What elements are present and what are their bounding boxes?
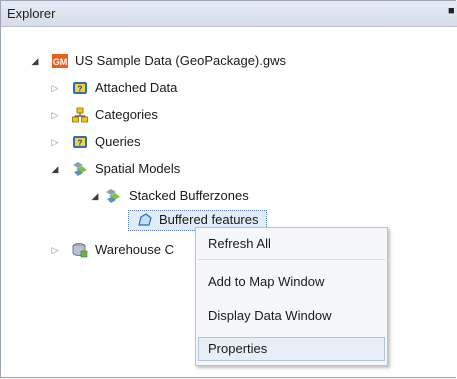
expanded-arrow-icon[interactable]: ◢ <box>89 185 101 207</box>
tree-item-label: US Sample Data (GeoPackage).gws <box>75 53 286 68</box>
categories-icon <box>72 107 88 123</box>
collapsed-arrow-icon[interactable]: ▷ <box>49 104 61 126</box>
collapsed-arrow-icon[interactable]: ▷ <box>49 239 61 261</box>
tree-item-label: Attached Data <box>95 80 178 95</box>
tree-item-queries[interactable]: ▷ ? Queries <box>1 131 457 153</box>
menu-item-label: Add to Map Window <box>208 274 325 289</box>
tree-item-label: Buffered features <box>159 212 259 227</box>
tree-item-categories[interactable]: ▷ Categories <box>1 104 457 126</box>
gm-icon: GM <box>52 53 68 69</box>
svg-text:?: ? <box>78 85 83 94</box>
menu-separator <box>198 259 385 260</box>
menu-item-label: Refresh All <box>208 236 271 251</box>
attached-data-icon: ? <box>72 80 88 96</box>
menu-item-refresh-all[interactable]: Refresh All <box>198 232 385 256</box>
spatial-model-icon <box>105 188 121 204</box>
tree-item-spatial-models[interactable]: ◢ Spatial Models <box>1 158 457 180</box>
menu-item-display-data-window[interactable]: Display Data Window <box>198 304 385 328</box>
explorer-panel: Explorer ■ ◢ GM US Sample Data (GeoPacka… <box>0 0 457 378</box>
pin-icon[interactable]: ■ <box>448 5 455 17</box>
expanded-arrow-icon[interactable]: ◢ <box>29 50 41 72</box>
expanded-arrow-icon[interactable]: ◢ <box>49 158 61 180</box>
tree-item-label: Categories <box>95 107 158 122</box>
collapsed-arrow-icon[interactable]: ▷ <box>49 77 61 99</box>
collapsed-arrow-icon[interactable]: ▷ <box>49 131 61 153</box>
tree-item-stacked-bufferzones[interactable]: ◢ Stacked Bufferzones <box>1 185 457 207</box>
tree-item-root[interactable]: ◢ GM US Sample Data (GeoPackage).gws <box>1 50 457 72</box>
polygon-layer-icon <box>137 212 153 228</box>
tree-item-attached-data[interactable]: ▷ ? Attached Data <box>1 77 457 99</box>
menu-item-label: Display Data Window <box>208 308 332 323</box>
explorer-titlebar: Explorer ■ <box>1 1 457 27</box>
spatial-model-icon <box>72 161 88 177</box>
panel-title: Explorer <box>7 6 56 21</box>
context-menu: Refresh All Add to Map Window Display Da… <box>195 227 388 366</box>
svg-text:GM: GM <box>53 57 68 67</box>
tree-item-label: Spatial Models <box>95 161 181 176</box>
tree-item-label: Stacked Bufferzones <box>129 188 249 203</box>
menu-item-label: Properties <box>208 341 268 356</box>
queries-icon: ? <box>72 134 88 150</box>
menu-item-add-to-map-window[interactable]: Add to Map Window <box>198 270 385 294</box>
svg-text:?: ? <box>78 139 83 148</box>
menu-item-properties[interactable]: Properties <box>198 337 385 361</box>
tree-item-label: Warehouse C <box>95 242 174 257</box>
tree-item-label: Queries <box>95 134 141 149</box>
warehouse-icon <box>72 242 88 258</box>
